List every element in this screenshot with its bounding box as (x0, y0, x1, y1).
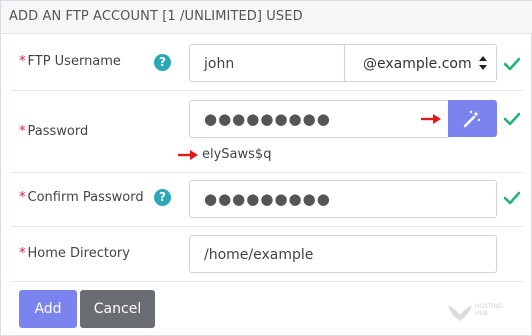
confirm-password-label: * Confirm Password (19, 190, 144, 205)
check-icon (504, 191, 520, 205)
confirm-password-masked-value: ●●●●●●●●● (204, 190, 331, 208)
red-arrow-icon (421, 114, 441, 124)
ftp-username-label: * FTP Username (19, 54, 121, 69)
home-directory-label: * Home Directory (19, 246, 130, 261)
add-button[interactable]: Add (19, 290, 77, 328)
home-directory-value: /home/example (204, 247, 314, 263)
magic-wand-icon (463, 110, 481, 128)
generate-password-button[interactable] (448, 100, 497, 137)
question-circle-icon[interactable]: ? (154, 54, 171, 71)
check-icon (504, 112, 520, 126)
select-caret-icon (479, 56, 487, 70)
check-icon (504, 57, 520, 71)
generated-password-text[interactable]: elySaws$q (202, 147, 271, 162)
domain-select[interactable]: @example.com (344, 44, 497, 82)
row-divider (11, 281, 523, 282)
red-arrow-icon (178, 150, 198, 160)
required-mark: * (19, 190, 26, 205)
ftp-username-value: john (204, 56, 235, 72)
hosting-hub-watermark-logo: HOSTING HUB (447, 301, 507, 325)
ftp-username-input[interactable]: john (189, 44, 345, 82)
cancel-button[interactable]: Cancel (80, 290, 155, 328)
row-divider (11, 90, 523, 91)
panel-title: ADD AN FTP ACCOUNT [1 /UNLIMITED] USED (9, 9, 303, 24)
row-divider (11, 226, 523, 227)
wings-logo-icon (448, 305, 472, 321)
domain-select-value: @example.com (363, 56, 472, 72)
password-input[interactable]: ●●●●●●●●● (189, 100, 449, 138)
required-mark: * (19, 246, 26, 261)
panel-header: ADD AN FTP ACCOUNT [1 /UNLIMITED] USED (1, 1, 532, 34)
confirm-password-input[interactable]: ●●●●●●●●● (189, 180, 497, 218)
password-label: * Password (19, 124, 89, 139)
ftp-account-panel: ADD AN FTP ACCOUNT [1 /UNLIMITED] USED *… (0, 0, 532, 336)
home-directory-input[interactable]: /home/example (189, 235, 497, 273)
row-divider (11, 172, 523, 173)
question-circle-icon[interactable]: ? (154, 189, 171, 206)
required-mark: * (19, 124, 26, 139)
required-mark: * (19, 54, 26, 69)
password-masked-value: ●●●●●●●●● (204, 110, 331, 128)
